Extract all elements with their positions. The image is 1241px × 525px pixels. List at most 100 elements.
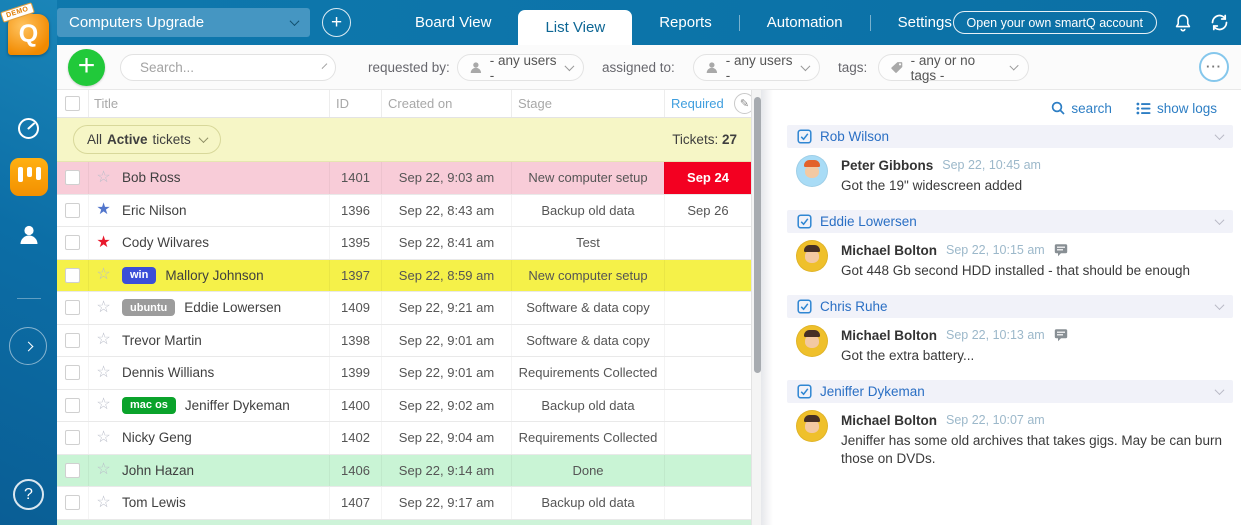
chevron-down-icon[interactable] [1215,385,1225,395]
row-checkbox[interactable] [65,333,80,348]
table-row[interactable]: ★ Cody Wilvares 1395 Sep 22, 8:41 am Tes… [57,227,751,260]
column-id[interactable]: ID [329,90,381,117]
ticket-required [664,455,751,487]
star-icon[interactable]: ☆ [96,365,110,381]
star-cell: ☆ [88,162,118,194]
star-icon[interactable]: ★ [96,235,110,251]
chevron-down-icon[interactable] [1215,215,1225,225]
search-box[interactable] [120,54,336,81]
row-checkbox[interactable] [65,398,80,413]
tags-filter[interactable]: - any or no tags - [878,54,1029,81]
table-row[interactable]: ☆ win Mallory Johnson 1397 Sep 22, 8:59 … [57,260,751,293]
title-cell: Eric Nilson [118,195,329,227]
row-checkbox[interactable] [65,300,80,315]
star-icon[interactable]: ☆ [96,430,110,446]
title-cell: Trevor Martin [118,325,329,357]
table-row[interactable]: ☆ John Hazan 1406 Sep 22, 9:14 am Done [57,455,751,488]
thread-header[interactable]: Chris Ruhe [787,295,1233,318]
star-icon[interactable]: ☆ [96,332,110,348]
title-cell: Cody Wilvares [118,227,329,259]
dashboard-icon[interactable] [15,115,42,147]
search-input[interactable] [140,60,317,75]
comment-body: Peter Gibbons Sep 22, 10:45 am Got the 1… [841,155,1041,195]
kanban-board-icon[interactable] [10,158,48,196]
more-options-button[interactable] [1199,52,1229,82]
row-checkbox[interactable] [65,463,80,478]
assigned-to-filter[interactable]: - any users - [693,54,820,81]
thread-ticket-name[interactable]: Jeniffer Dykeman [820,384,925,399]
smartq-logo-icon[interactable] [8,14,49,55]
title-cell: John Hazan [118,455,329,487]
refresh-icon[interactable] [1209,12,1230,38]
sidebar-divider [17,298,41,299]
row-checkbox[interactable] [65,170,80,185]
star-icon[interactable]: ☆ [96,267,110,283]
thread-ticket-name[interactable]: Chris Ruhe [820,299,888,314]
requested-by-label: requested by: [368,60,450,75]
chevron-down-icon[interactable] [322,63,328,69]
row-checkbox[interactable] [65,203,80,218]
table-row[interactable]: ☆ Nicky Geng 1402 Sep 22, 9:04 am Requir… [57,422,751,455]
table-row[interactable]: ☆ Dennis Willians 1399 Sep 22, 9:01 am R… [57,357,751,390]
chevron-down-icon[interactable] [1215,130,1225,140]
chevron-down-icon[interactable] [1215,300,1225,310]
star-icon[interactable]: ☆ [96,462,110,478]
star-icon[interactable]: ☆ [96,300,110,316]
add-ticket-button[interactable] [68,49,105,86]
select-all-checkbox[interactable] [65,96,80,111]
ticket-id: 1399 [329,357,381,389]
column-created-on[interactable]: Created on [381,90,511,117]
tab-automation[interactable]: Automation [740,0,870,45]
row-checkbox[interactable] [65,268,80,283]
ticket-filter-dropdown[interactable]: All Active tickets [73,125,221,154]
help-button[interactable] [13,479,44,510]
chevron-down-icon [800,61,810,71]
table-row[interactable]: ☆ Bob Ross 1401 Sep 22, 9:03 am New comp… [57,162,751,195]
comment-text: Got the extra battery... [841,347,1068,365]
ticket-stage: Requirements Collected [511,357,664,389]
ticket-required [664,292,751,324]
table-row[interactable]: ★ Eric Nilson 1396 Sep 22, 8:43 am Backu… [57,195,751,228]
table-row[interactable]: ☆ Trevor Martin 1398 Sep 22, 9:01 am Sof… [57,325,751,358]
tab-list-view[interactable]: List View [518,10,632,45]
column-required[interactable]: Required [664,90,751,117]
requested-by-filter[interactable]: - any users - [457,54,584,81]
row-checkbox[interactable] [65,430,80,445]
tab-board-view[interactable]: Board View [388,0,518,45]
requested-by-value: - any users - [490,53,559,83]
star-icon[interactable]: ★ [96,202,110,218]
star-icon[interactable]: ☆ [96,170,110,186]
thread-header[interactable]: Rob Wilson [787,125,1233,148]
table-scrollbar[interactable] [751,90,761,525]
comment-body: Michael Bolton Sep 22, 10:07 am Jeniffer… [841,410,1233,468]
thread-ticket-name[interactable]: Eddie Lowersen [820,214,917,229]
thread-header[interactable]: Eddie Lowersen [787,210,1233,233]
table-row[interactable]: ☆ ubuntu Eddie Lowersen 1409 Sep 22, 9:2… [57,292,751,325]
expand-sidebar-button[interactable] [9,327,47,365]
star-icon[interactable]: ☆ [96,495,110,511]
ticket-created: Sep 22, 8:43 am [381,195,511,227]
bell-icon[interactable] [1172,11,1194,38]
thread-header[interactable]: Jeniffer Dykeman [787,380,1233,403]
add-project-button[interactable] [322,8,351,37]
row-checkbox[interactable] [65,495,80,510]
tab-reports[interactable]: Reports [632,0,739,45]
row-checkbox[interactable] [65,235,80,250]
title-cell: mac os Jeniffer Dykeman [118,390,329,422]
search-link[interactable]: search [1051,101,1112,116]
row-checkbox[interactable] [65,365,80,380]
title-cell: Nicky Geng [118,422,329,454]
ticket-title: Jeniffer Dykeman [185,398,290,413]
table-row[interactable]: ☆ Tom Lewis 1407 Sep 22, 9:17 am Backup … [57,487,751,520]
ticket-title: Dennis Willians [122,365,214,380]
users-icon[interactable] [16,222,42,253]
show-logs-link[interactable]: show logs [1136,101,1217,116]
thread-ticket-name[interactable]: Rob Wilson [820,129,889,144]
open-account-button[interactable]: Open your own smartQ account [953,11,1157,34]
star-icon[interactable]: ☆ [96,397,110,413]
column-title[interactable]: Title [88,90,329,117]
project-selector[interactable]: Computers Upgrade [57,8,310,37]
scrollbar-thumb[interactable] [754,97,761,373]
table-row[interactable]: ☆ mac os Jeniffer Dykeman 1400 Sep 22, 9… [57,390,751,423]
column-stage[interactable]: Stage [511,90,664,117]
